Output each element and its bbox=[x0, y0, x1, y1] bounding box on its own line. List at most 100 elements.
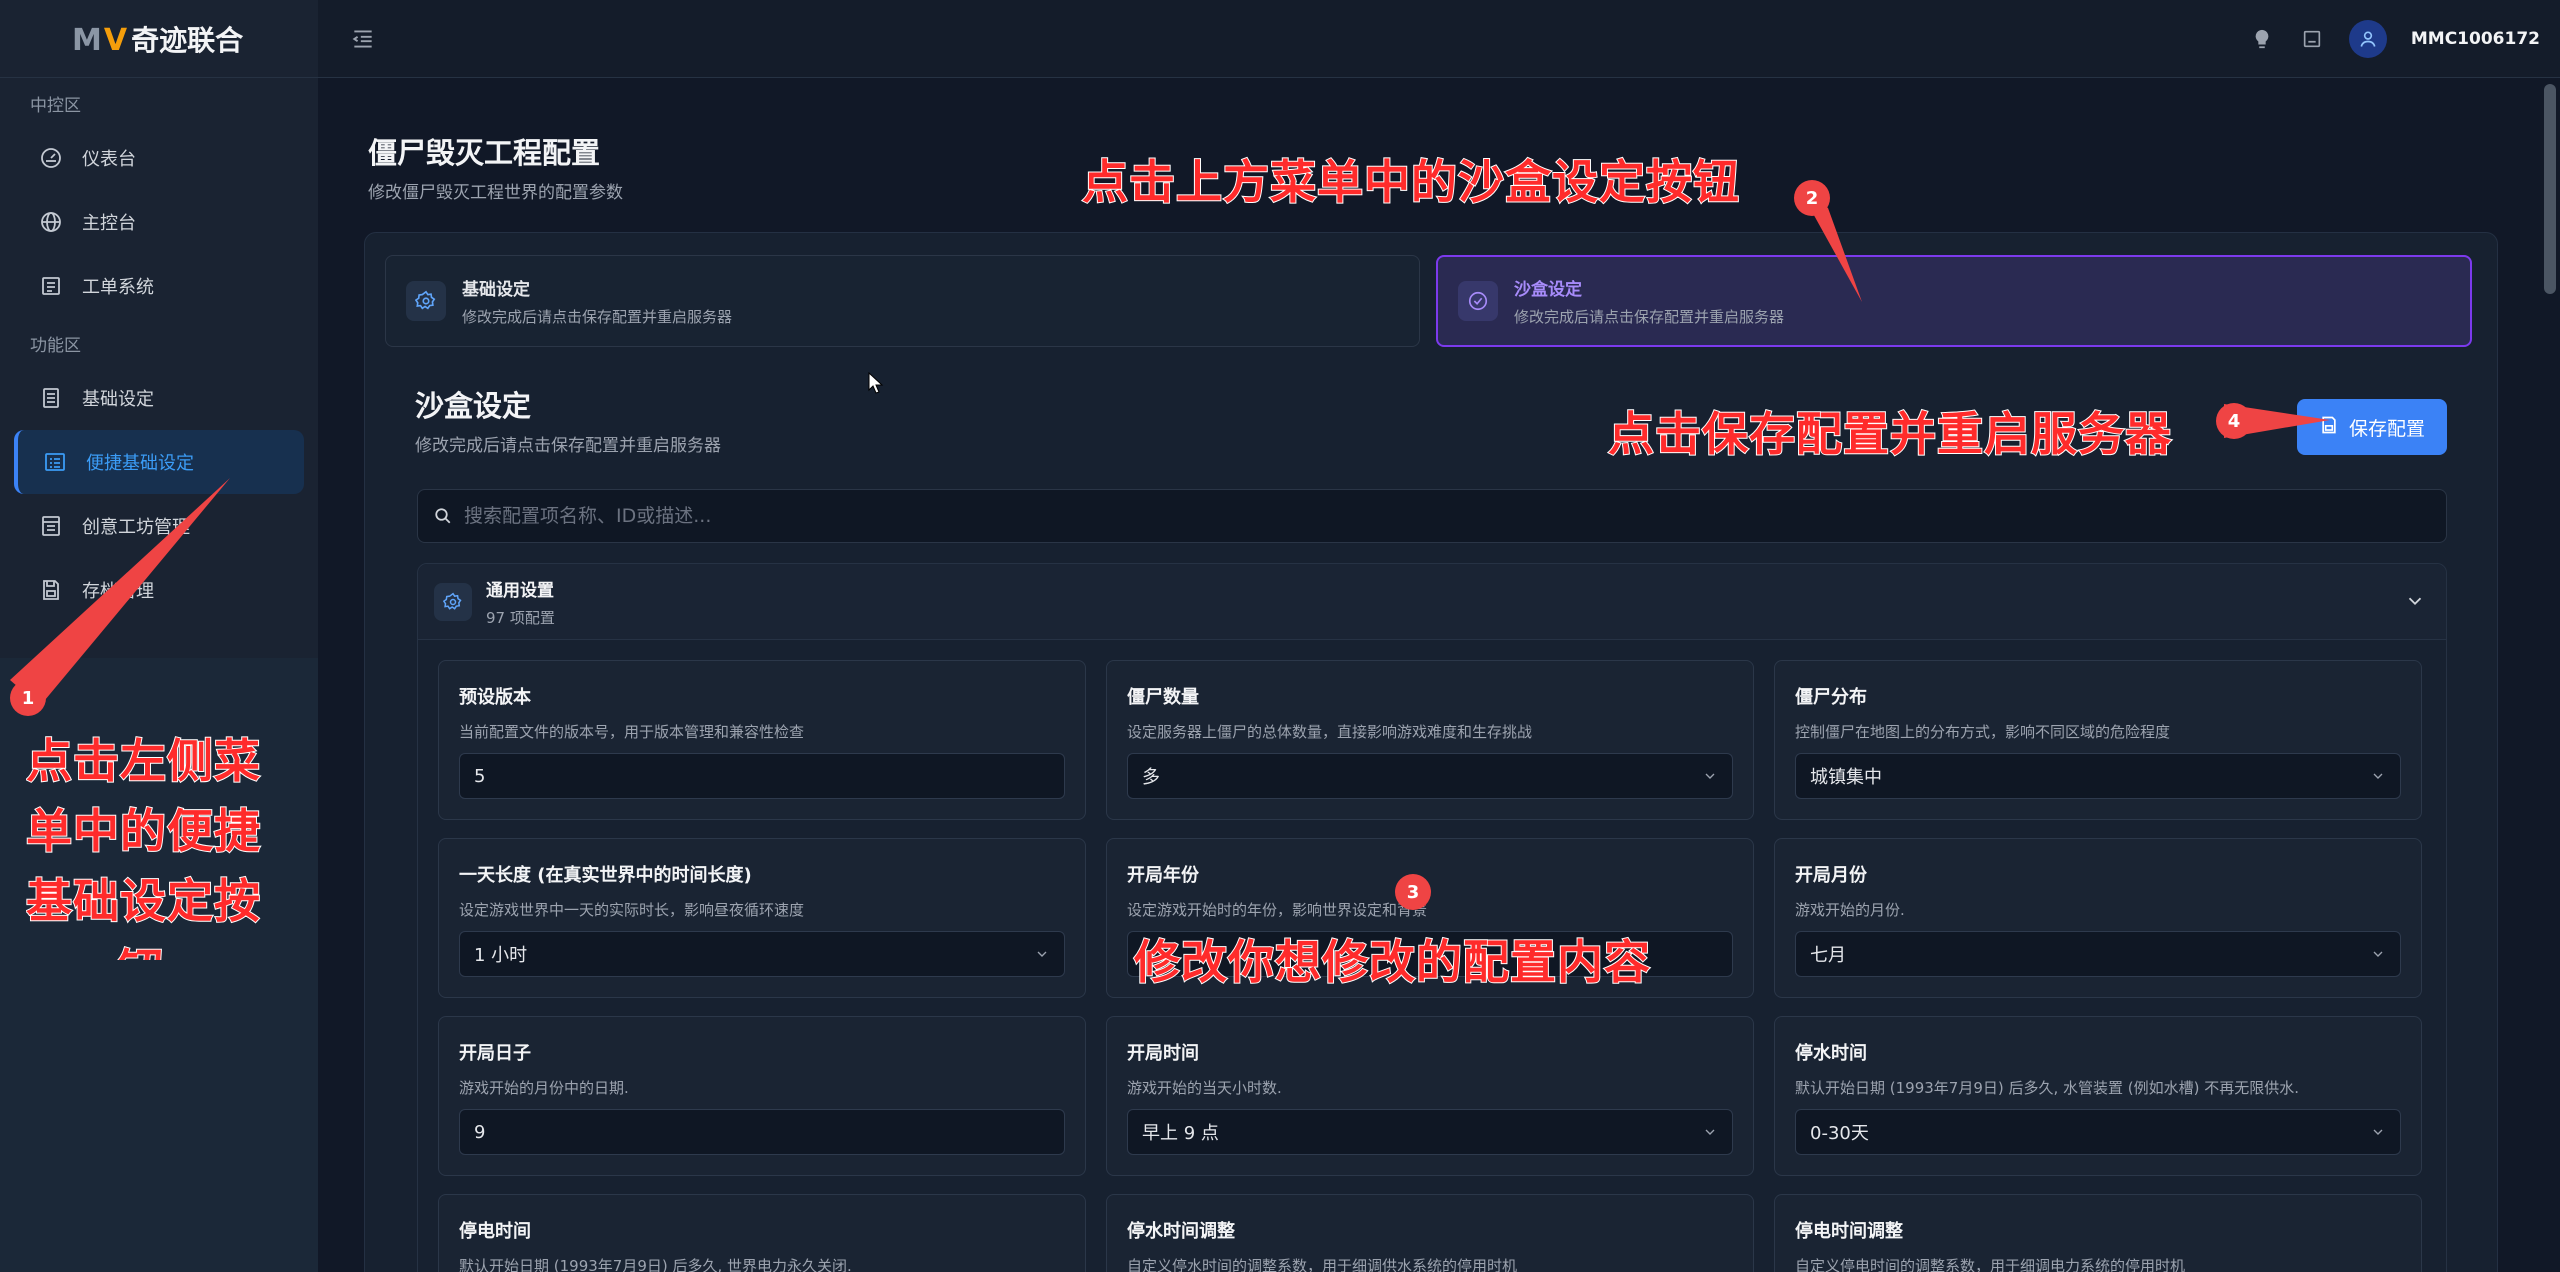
chevron-down-icon bbox=[2370, 768, 2386, 784]
config-card-zombie-distribution: 僵尸分布 控制僵尸在地图上的分布方式，影响不同区域的危险程度 城镇集中 bbox=[1774, 660, 2422, 820]
sidebar-item-quick-basic-settings[interactable]: 便捷基础设定 bbox=[14, 430, 304, 494]
config-title: 停电时间 bbox=[459, 1221, 531, 1242]
chevron-down-icon bbox=[1034, 946, 1050, 962]
annotation-text-1: 点击左侧菜 单中的便捷 基础设定按 钮 bbox=[26, 726, 286, 960]
config-desc: 控制僵尸在地图上的分布方式，影响不同区域的危险程度 bbox=[1795, 723, 2171, 741]
config-card-start-time: 开局时间 游戏开始的当天小时数. 早上 9 点 bbox=[1106, 1016, 1754, 1176]
config-input[interactable]: 5 bbox=[459, 753, 1065, 799]
search-bar[interactable] bbox=[417, 489, 2447, 543]
chevron-down-icon bbox=[1702, 1124, 1718, 1140]
search-input[interactable] bbox=[464, 505, 2364, 527]
config-select-value: 城镇集中 bbox=[1810, 767, 1882, 788]
sidebar-item-tickets[interactable]: 工单系统 bbox=[14, 254, 304, 318]
save-config-label: 保存配置 bbox=[2348, 417, 2425, 440]
screen-icon[interactable] bbox=[2299, 26, 2325, 52]
annotation-badge-1: 1 bbox=[10, 680, 46, 716]
sidebar-item-workshop[interactable]: 创意工坊管理 bbox=[14, 494, 304, 558]
annotation-badge-3: 3 bbox=[1395, 874, 1431, 910]
annotation-text-3: 修改你想修改的配置内容 bbox=[1133, 934, 1651, 990]
annotation-text-1-line: 基础设定按 bbox=[26, 873, 261, 929]
sidebar-item-label: 创意工坊管理 bbox=[82, 517, 190, 538]
config-select-value: 早上 9 点 bbox=[1142, 1123, 1219, 1144]
save-config-button[interactable]: 保存配置 bbox=[2297, 399, 2447, 455]
page-title: 僵尸毁灭工程配置 bbox=[368, 136, 601, 170]
nav-section-control: 中控区 bbox=[30, 96, 81, 116]
annotation-text-1-line: 单中的便捷 bbox=[26, 803, 261, 859]
top-bar: MMC1006172 bbox=[318, 0, 2560, 78]
chevron-down-icon bbox=[1702, 768, 1718, 784]
sidebar-item-basic-settings[interactable]: 基础设定 bbox=[14, 366, 304, 430]
config-panel: 基础设定 修改完成后请点击保存配置并重启服务器 沙盒设定 修改完成后请点击保存配… bbox=[364, 232, 2498, 1272]
config-desc: 自定义停电时间的调整系数，用于细调电力系统的停用时机 bbox=[1795, 1257, 2186, 1272]
config-title: 开局时间 bbox=[1127, 1043, 1199, 1064]
gear-icon bbox=[406, 281, 446, 321]
config-card-zombie-count: 僵尸数量 设定服务器上僵尸的总体数量，直接影响游戏难度和生存挑战 多 bbox=[1106, 660, 1754, 820]
config-title: 僵尸分布 bbox=[1795, 687, 1867, 708]
save-icon bbox=[2319, 415, 2339, 440]
config-desc: 游戏开始的当天小时数. bbox=[1127, 1079, 1282, 1097]
chevron-down-icon bbox=[2370, 946, 2386, 962]
save-icon bbox=[38, 577, 64, 603]
tab-title: 基础设定 bbox=[462, 280, 530, 300]
config-title: 僵尸数量 bbox=[1127, 687, 1199, 708]
tab-sandbox-settings[interactable]: 沙盒设定 修改完成后请点击保存配置并重启服务器 bbox=[1436, 255, 2472, 347]
config-desc: 自定义停水时间的调整系数，用于细调供水系统的停用时机 bbox=[1127, 1257, 1518, 1272]
config-select[interactable]: 城镇集中 bbox=[1795, 753, 2401, 799]
config-card-water-adjust: 停水时间调整 自定义停水时间的调整系数，用于细调供水系统的停用时机 bbox=[1106, 1194, 1754, 1272]
document-icon bbox=[38, 385, 64, 411]
avatar[interactable] bbox=[2348, 20, 2387, 58]
config-desc: 设定游戏开始时的年份，影响世界设定和背景 bbox=[1127, 901, 1428, 919]
section-title: 沙盒设定 bbox=[415, 389, 532, 423]
annotation-text-4: 点击保存配置并重启服务器 bbox=[1607, 406, 2172, 462]
config-desc: 游戏开始的月份. bbox=[1795, 901, 1905, 919]
config-select[interactable]: 早上 9 点 bbox=[1127, 1109, 1733, 1155]
check-circle-icon bbox=[1458, 281, 1498, 321]
tab-basic-settings[interactable]: 基础设定 修改完成后请点击保存配置并重启服务器 bbox=[385, 255, 1420, 347]
ticket-list-icon bbox=[38, 273, 64, 299]
main-content: 僵尸毁灭工程配置 修改僵尸毁灭工程世界的配置参数 基础设定 修改完成后请点击保存… bbox=[318, 78, 2560, 1272]
config-input[interactable]: 9 bbox=[459, 1109, 1065, 1155]
config-card-day-length: 一天长度 (在真实世界中的时间长度) 设定游戏世界中一天的实际时长，影响昼夜循环… bbox=[438, 838, 1086, 998]
tab-title: 沙盒设定 bbox=[1514, 280, 1582, 300]
logo[interactable]: M V 奇迹联合 bbox=[0, 0, 318, 78]
config-title: 停电时间调整 bbox=[1795, 1221, 1903, 1242]
sidebar-item-label: 基础设定 bbox=[82, 389, 154, 410]
search-icon bbox=[434, 507, 452, 525]
annotation-text-1-line: 钮 bbox=[26, 936, 286, 960]
lightbulb-icon[interactable] bbox=[2249, 26, 2275, 52]
config-title: 开局月份 bbox=[1795, 865, 1867, 886]
page-subtitle: 修改僵尸毁灭工程世界的配置参数 bbox=[368, 183, 623, 203]
nav-section-function: 功能区 bbox=[30, 336, 81, 356]
annotation-badge-4: 4 bbox=[2216, 403, 2252, 439]
sidebar-item-console[interactable]: 主控台 bbox=[14, 190, 304, 254]
config-title: 开局年份 bbox=[1127, 865, 1199, 886]
config-title: 停水时间 bbox=[1795, 1043, 1867, 1064]
config-card-start-day: 开局日子 游戏开始的月份中的日期. 9 bbox=[438, 1016, 1086, 1176]
sidebar-item-label: 便捷基础设定 bbox=[86, 453, 194, 474]
config-title: 开局日子 bbox=[459, 1043, 531, 1064]
config-select[interactable]: 多 bbox=[1127, 753, 1733, 799]
config-card-preset-version: 预设版本 当前配置文件的版本号，用于版本管理和兼容性检查 5 bbox=[438, 660, 1086, 820]
config-card-start-month: 开局月份 游戏开始的月份. 七月 bbox=[1774, 838, 2422, 998]
menu-collapse-icon[interactable] bbox=[350, 26, 376, 52]
brand-name: 奇迹联合 bbox=[131, 23, 244, 57]
config-select-value: 0-30天 bbox=[1810, 1123, 1869, 1144]
config-group-general: 通用设置 97 项配置 预设版本 当前配置文件的版本号，用于版本管理和兼容性检查… bbox=[417, 563, 2447, 1272]
section-subtitle: 修改完成后请点击保存配置并重启服务器 bbox=[415, 436, 721, 456]
config-select-value: 七月 bbox=[1810, 945, 1846, 966]
config-select-value: 多 bbox=[1142, 767, 1160, 788]
config-select-value: 1 小时 bbox=[474, 945, 528, 966]
sidebar-item-dashboard[interactable]: 仪表台 bbox=[14, 126, 304, 190]
sidebar-item-saves[interactable]: 存档管理 bbox=[14, 558, 304, 622]
config-select[interactable]: 1 小时 bbox=[459, 931, 1065, 977]
username[interactable]: MMC1006172 bbox=[2411, 29, 2540, 49]
logo-v: V bbox=[103, 22, 128, 58]
chevron-down-icon[interactable] bbox=[2404, 590, 2426, 612]
logo-m: M bbox=[72, 22, 102, 58]
top-right-tools: MMC1006172 bbox=[2249, 0, 2540, 78]
config-select[interactable]: 七月 bbox=[1795, 931, 2401, 977]
group-header[interactable]: 通用设置 97 项配置 bbox=[418, 564, 2446, 640]
tab-desc: 修改完成后请点击保存配置并重启服务器 bbox=[1514, 308, 1785, 326]
group-title: 通用设置 bbox=[486, 580, 554, 601]
config-select[interactable]: 0-30天 bbox=[1795, 1109, 2401, 1155]
